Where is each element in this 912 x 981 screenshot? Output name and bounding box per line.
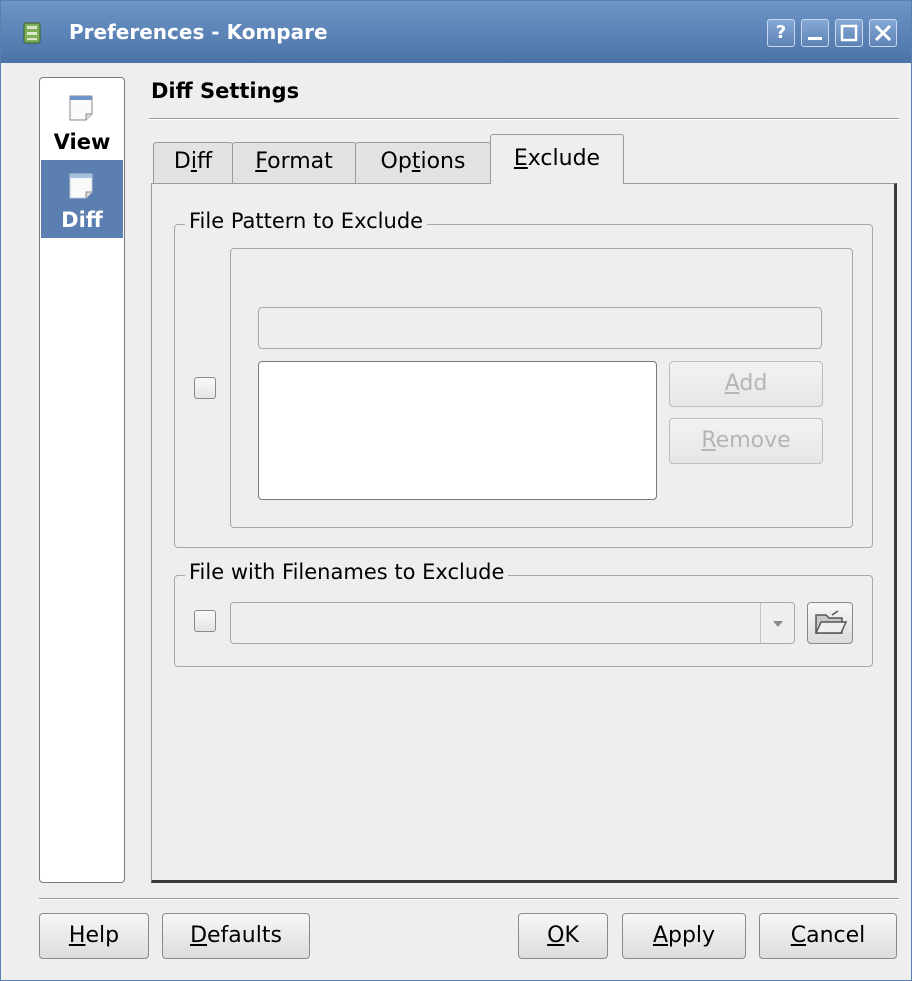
file-pattern-enable-checkbox[interactable]: [194, 377, 216, 399]
sidebar-page-list: View Diff: [39, 77, 125, 883]
ok-button[interactable]: OK: [518, 913, 608, 959]
remove-pattern-button[interactable]: Remove: [669, 418, 823, 464]
pattern-list[interactable]: [258, 361, 657, 500]
browse-file-button[interactable]: [807, 602, 853, 644]
header-divider: [149, 118, 899, 120]
kompare-app-icon: [23, 22, 41, 44]
help-icon: ?: [775, 22, 787, 43]
folder-open-icon: [814, 610, 848, 634]
page-icon: [69, 173, 93, 199]
help-button[interactable]: Help: [39, 913, 149, 959]
sidebar-item-view[interactable]: View: [41, 82, 123, 160]
exclude-file-combo[interactable]: [230, 602, 795, 644]
file-pattern-group: File Pattern to Exclude Add Remove: [174, 209, 873, 548]
minimize-button[interactable]: [801, 19, 829, 47]
minimize-icon: [808, 37, 822, 40]
file-pattern-group-title: File Pattern to Exclude: [185, 209, 428, 233]
title-bar[interactable]: Preferences - Kompare ?: [1, 1, 911, 63]
bottom-divider: [39, 898, 899, 900]
file-list-enable-checkbox[interactable]: [194, 610, 216, 632]
tab-options[interactable]: Options: [355, 142, 491, 184]
maximize-button[interactable]: [835, 19, 863, 47]
tab-format[interactable]: Format: [232, 142, 356, 184]
window-title: Preferences - Kompare: [69, 20, 328, 44]
add-pattern-button[interactable]: Add: [669, 361, 823, 407]
sidebar-item-label: Diff: [61, 208, 103, 232]
sidebar-item-diff[interactable]: Diff: [41, 160, 123, 238]
cancel-button[interactable]: Cancel: [759, 913, 897, 959]
page-title: Diff Settings: [151, 79, 300, 103]
file-list-group: File with Filenames to Exclude: [174, 560, 873, 667]
file-list-group-title: File with Filenames to Exclude: [185, 560, 509, 584]
tab-exclude[interactable]: Exclude: [490, 134, 624, 184]
maximize-icon: [840, 24, 858, 42]
defaults-button[interactable]: Defaults: [162, 913, 310, 959]
combo-dropdown-button[interactable]: [760, 603, 794, 643]
close-icon: [874, 24, 892, 42]
chevron-down-icon: [773, 621, 783, 627]
sidebar-item-label: View: [53, 130, 111, 154]
apply-button[interactable]: Apply: [622, 913, 746, 959]
page-icon: [69, 95, 93, 121]
pattern-input[interactable]: [258, 307, 822, 349]
preferences-window: Preferences - Kompare ? View Diff Diff S…: [0, 0, 912, 981]
help-title-button[interactable]: ?: [767, 19, 795, 47]
close-button[interactable]: [869, 19, 897, 47]
tab-diff[interactable]: Diff: [153, 142, 233, 184]
exclude-tab-panel: File Pattern to Exclude Add Remove File …: [151, 183, 897, 883]
file-pattern-frame: Add Remove: [230, 248, 853, 528]
